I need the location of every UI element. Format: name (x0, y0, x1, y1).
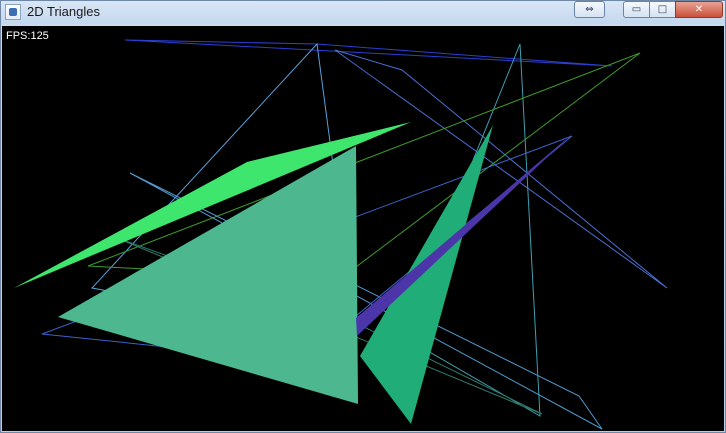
resize-button[interactable]: ⇔ (574, 1, 605, 18)
fps-counter: FPS:125 (6, 30, 49, 42)
minimize-button[interactable]: ▭ (623, 1, 650, 18)
filled-triangle-purple (356, 134, 572, 336)
wire-triangle (87, 52, 641, 280)
maximize-button[interactable]: □ (649, 1, 676, 18)
wire-triangle (334, 49, 668, 289)
render-canvas[interactable]: FPS:125 (2, 26, 724, 431)
app-window: 2D Triangles ⇔ ▭ □ ✕ FPS:125 (0, 0, 726, 433)
window-title: 2D Triangles (27, 4, 100, 19)
wire-triangle (124, 39, 613, 67)
filled-triangle-green-tall (360, 125, 493, 424)
triangles-drawing (14, 39, 668, 430)
java-app-icon[interactable] (5, 4, 21, 20)
close-button[interactable]: ✕ (675, 1, 723, 18)
title-bar[interactable]: 2D Triangles ⇔ ▭ □ ✕ (1, 1, 725, 24)
